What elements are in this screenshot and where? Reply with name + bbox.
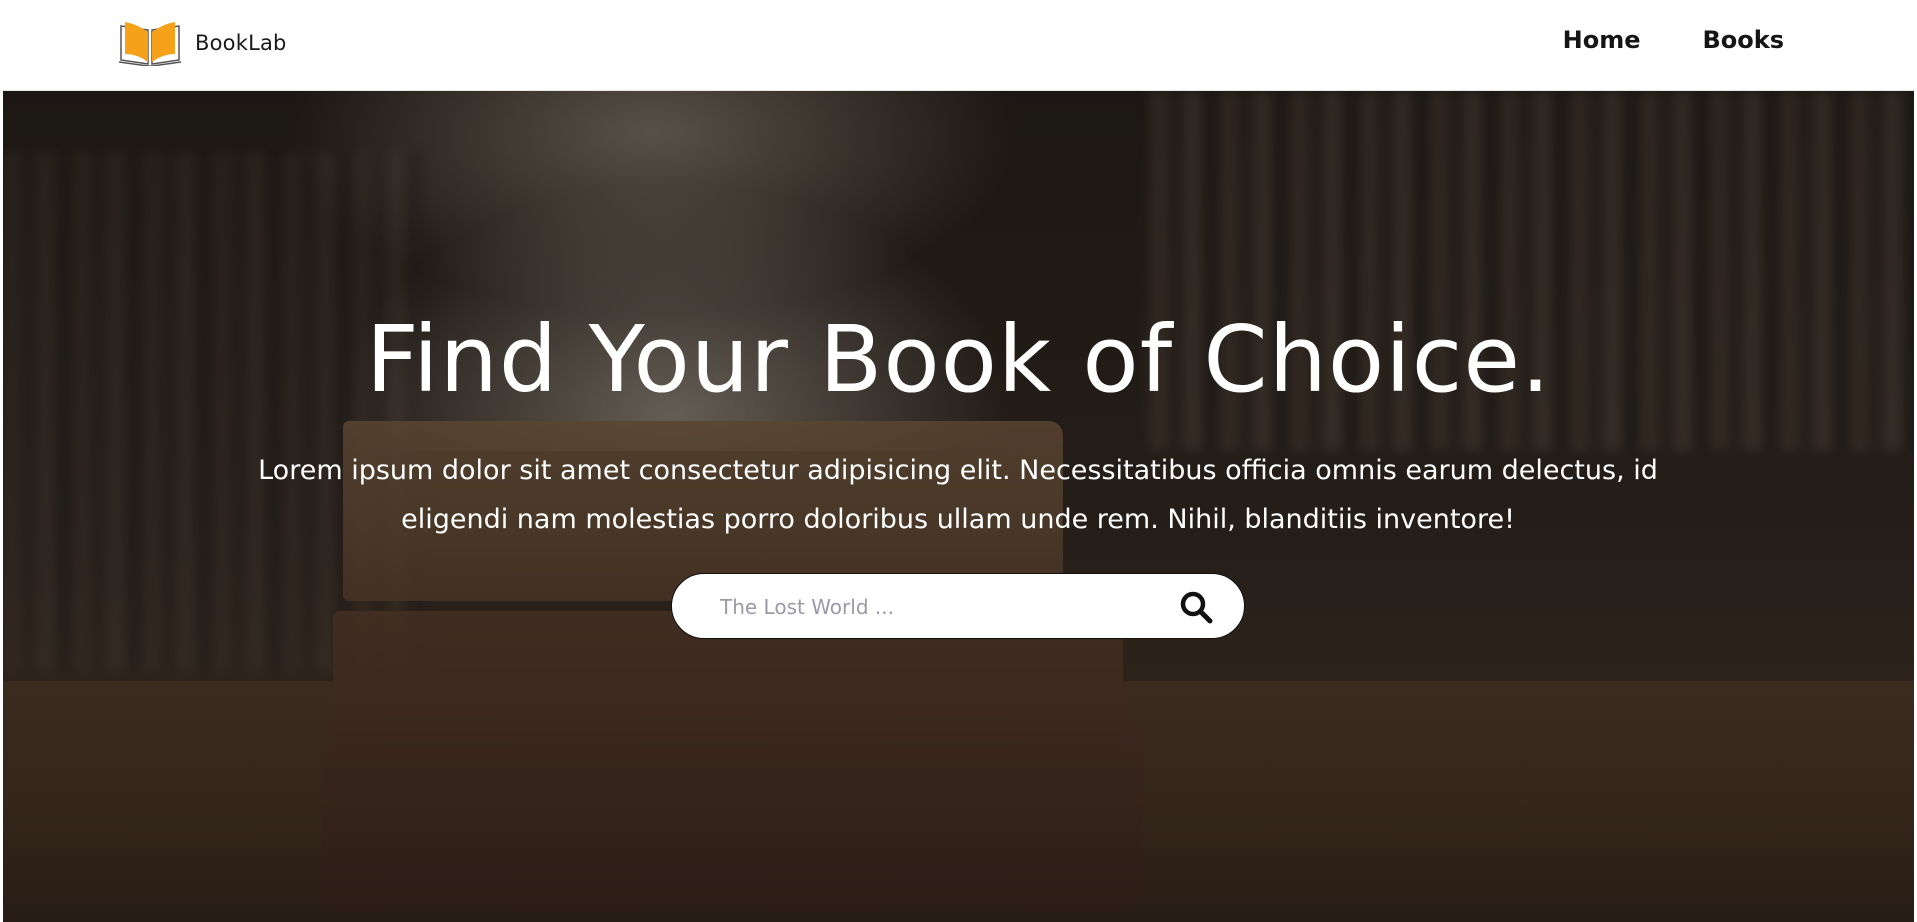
- open-book-icon: [118, 22, 182, 66]
- nav-links: Home Books: [1563, 26, 1784, 54]
- navbar: BookLab Home Books: [3, 0, 1914, 91]
- brand-link[interactable]: BookLab: [117, 20, 287, 66]
- search-input[interactable]: [718, 586, 1122, 628]
- hero-description: Lorem ipsum dolor sit amet consectetur a…: [258, 455, 1658, 535]
- search-button[interactable]: [1178, 588, 1216, 626]
- nav-link-books[interactable]: Books: [1702, 26, 1784, 54]
- nav-link-home[interactable]: Home: [1563, 26, 1641, 54]
- page: BookLab Home Books Find Your Book of Cho…: [3, 0, 1914, 922]
- hero-title: Find Your Book of Choice.: [365, 306, 1552, 413]
- hero-section: Find Your Book of Choice. Lorem ipsum do…: [3, 91, 1914, 922]
- search-bar: [671, 573, 1245, 639]
- brand-name: BookLab: [195, 31, 287, 55]
- search-icon: [1180, 591, 1213, 624]
